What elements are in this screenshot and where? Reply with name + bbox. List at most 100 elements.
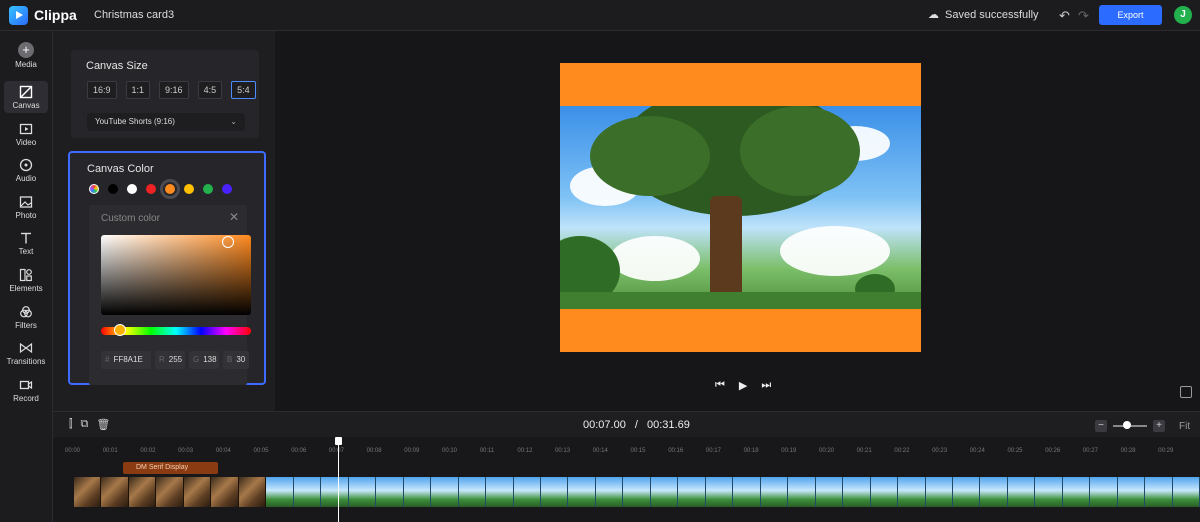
current-time: 00:07.00 [583,419,626,431]
sidebar-item-video[interactable]: Video [4,118,48,150]
swatch-orange[interactable] [160,179,180,199]
ruler-tick-label: 00:03 [178,448,194,454]
fit-button[interactable]: Fit [1179,421,1190,432]
timecode: 00:07.00 / 00:31.69 [583,419,690,431]
playhead-handle[interactable] [335,437,342,445]
total-time: 00:31.69 [647,419,690,431]
custom-color-picker: Custom color ✕ # FF8A1E R 255 G 138 B 30 [89,205,251,385]
video-thumbnail [238,477,267,507]
project-title[interactable]: Christmas card3 [94,9,174,21]
sidebar-item-media[interactable]: + Media [4,39,48,71]
hex-value: FF8A1E [113,355,143,364]
swatch-multicolor[interactable] [89,184,99,194]
zoom-out-button[interactable]: − [1095,420,1107,432]
ruler-tick-label: 00:19 [781,448,797,454]
custom-color-title: Custom color [101,213,160,224]
blue-field[interactable]: B 30 [223,351,249,369]
close-icon[interactable]: ✕ [229,210,239,224]
sidebar-item-photo[interactable]: Photo [4,191,48,223]
timeline-ruler[interactable]: 00:00 00:01 00:02 00:03 00:04 00:05 00:06 00:07… [53,437,1200,461]
preview-canvas[interactable] [560,63,921,352]
swatch-red[interactable] [146,184,156,194]
video-thumbnail [898,477,926,507]
video-thumbnail [458,477,487,507]
hex-label: # [105,355,110,364]
video-thumbnail [403,477,432,507]
video-icon [19,123,33,135]
video-thumbnail [843,477,871,507]
zoom-thumb[interactable] [1123,421,1131,429]
sidebar-item-record[interactable]: Record [4,374,48,406]
top-bar: Clippa Christmas card3 ☁ Saved successfu… [0,0,1200,31]
ruler-tick-label: 00:20 [819,448,835,454]
ruler-tick-label: 00:07 [328,448,344,454]
split-icon[interactable]: ⫿ [69,418,73,431]
undo-icon[interactable]: ↶ [1059,8,1070,24]
avatar[interactable]: J [1174,6,1192,24]
duplicate-icon[interactable]: ⧉ [81,418,89,431]
video-thumbnail [705,477,734,507]
swatch-green[interactable] [203,184,213,194]
sidebar-item-transitions[interactable]: Transitions [4,337,48,369]
sidebar-item-filters[interactable]: Filters [4,301,48,333]
hue-thumb[interactable] [114,324,126,336]
ruler-tick-label: 00:24 [969,448,985,454]
video-thumbnail [540,477,569,507]
skip-back-icon[interactable]: ⏮ [715,379,725,392]
ratio-4-5-button[interactable]: 4:5 [197,81,223,99]
sidebar-item-audio[interactable]: Audio [4,154,48,186]
cloud-shape [610,236,700,281]
ruler-tick-label: 00:08 [366,448,382,454]
ratio-9-16-button[interactable]: 9:16 [159,81,189,99]
tree-trunk [710,196,742,306]
red-field[interactable]: R 255 [155,351,185,369]
video-thumbnail [815,477,844,507]
ruler-tick-label: 00:02 [140,448,156,454]
video-thumbnail [211,477,239,507]
ratio-1-1-button[interactable]: 1:1 [125,81,151,99]
sidebar-item-text[interactable]: Text [4,227,48,259]
sidebar-item-canvas[interactable]: Canvas [4,81,48,113]
cloud-check-icon: ☁ [928,9,939,21]
zoom-control: − + Fit [1095,420,1190,432]
hue-slider[interactable] [101,324,251,336]
sidebar-item-elements[interactable]: Elements [4,264,48,296]
saturation-thumb[interactable] [222,236,234,248]
app-name[interactable]: Clippa [34,7,77,23]
ruler-tick-label: 00:27 [1082,448,1098,454]
color-values: # FF8A1E R 255 G 138 B 30 [101,351,249,369]
sidebar-item-label: Record [13,394,39,403]
delete-icon[interactable]: 🗑 [96,418,110,431]
playhead[interactable] [338,437,339,522]
ratio-5-4-button[interactable]: 5:4 [231,81,256,99]
swatch-black[interactable] [108,184,118,194]
video-thumbnail [266,477,294,507]
red-value: 255 [168,355,183,364]
canvas-preset-select[interactable]: YouTube Shorts (9:16) ⌄ [87,113,245,131]
text-clip[interactable]: DM Serif Display [123,462,218,474]
saturation-area[interactable] [101,235,251,315]
skip-forward-icon[interactable]: ⏭ [761,379,771,392]
video-thumbnail [156,477,184,507]
sidebar-item-label: Photo [15,211,37,220]
swatch-yellow[interactable] [184,184,194,194]
video-thumbnail [183,477,212,507]
video-thumbnail [1145,477,1173,507]
swatch-violet[interactable] [222,184,232,194]
play-icon[interactable]: ▶ [739,379,747,392]
ratio-16-9-button[interactable]: 16:9 [87,81,117,99]
redo-icon[interactable]: ↷ [1078,8,1089,24]
clippa-logo-icon[interactable] [9,6,28,25]
zoom-slider[interactable] [1113,421,1147,429]
fullscreen-icon[interactable] [1180,386,1192,398]
video-track[interactable] [74,477,1200,507]
zoom-in-button[interactable]: + [1153,420,1165,432]
ruler-tick-label: 00:23 [932,448,948,454]
swatch-white[interactable] [127,184,137,194]
ruler-tick-label: 00:11 [479,448,495,454]
sidebar-item-label: Canvas [12,101,40,110]
tree-landscape-image[interactable] [560,106,921,309]
green-field[interactable]: G 138 [189,351,219,369]
export-button[interactable]: Export [1099,5,1162,25]
hex-field[interactable]: # FF8A1E [101,351,151,369]
